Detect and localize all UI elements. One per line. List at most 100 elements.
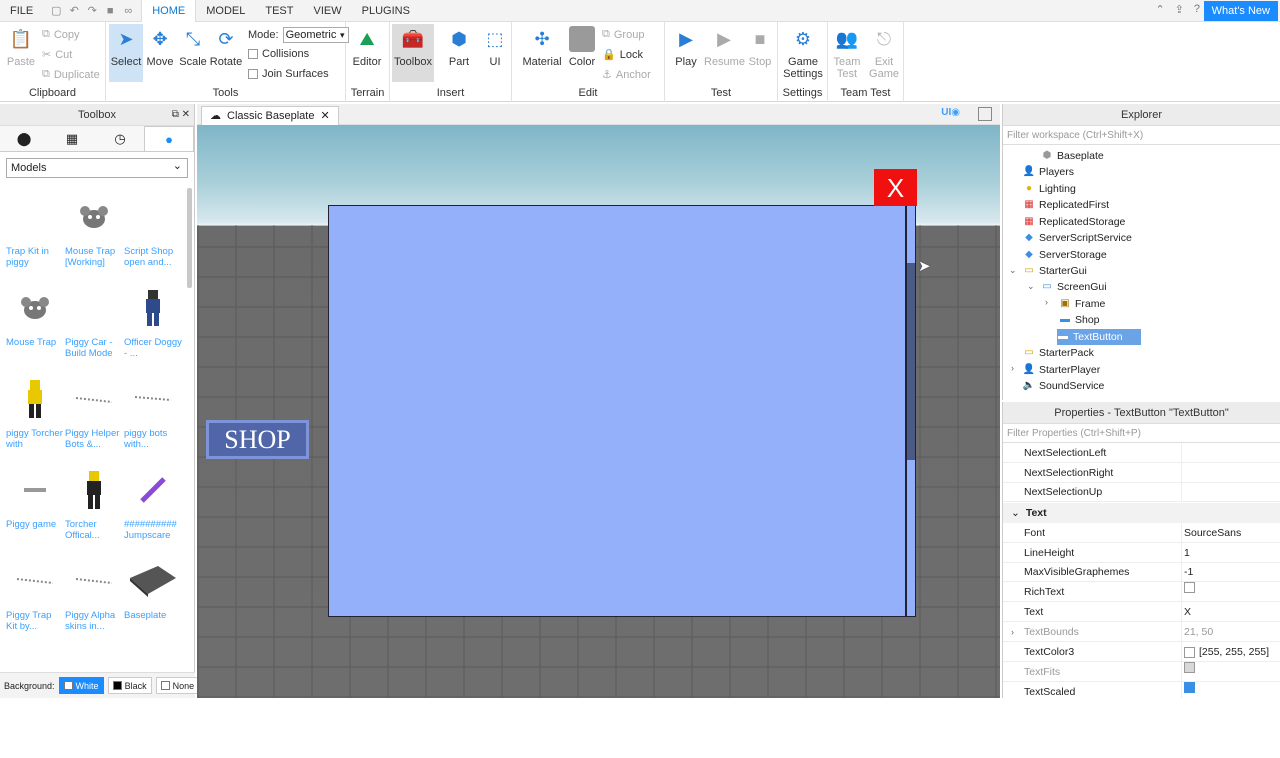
tab-creations[interactable]: ● bbox=[144, 126, 194, 151]
play-button[interactable]: ▶ Play bbox=[669, 24, 703, 82]
select-button[interactable]: ➤ Select bbox=[109, 24, 143, 82]
lock-button[interactable]: 🔒 Lock bbox=[602, 48, 643, 62]
prop-richtext[interactable]: RichText bbox=[1003, 582, 1280, 602]
prop-textscaled[interactable]: TextScaled bbox=[1003, 682, 1280, 698]
section-text[interactable]: ⌄ Text bbox=[1003, 503, 1280, 523]
scale-button[interactable]: ⤡ Scale bbox=[176, 24, 210, 82]
bg-white-option[interactable]: White bbox=[58, 677, 104, 694]
resume-button[interactable]: ▶ Resume bbox=[704, 24, 745, 82]
color-button[interactable]: Color bbox=[565, 24, 599, 82]
tree-item-frame[interactable]: ▣ Frame bbox=[1059, 296, 1105, 312]
tab-marketplace[interactable]: ▦ bbox=[48, 126, 96, 151]
toolbox-item[interactable]: Script Shop open and... bbox=[124, 188, 182, 276]
tree-item-replicatedfirst[interactable]: ▦ ReplicatedFirst bbox=[1023, 197, 1109, 213]
prop-textcolor3[interactable]: TextColor3 [255, 255, 255] bbox=[1003, 642, 1280, 662]
cut-button[interactable]: ✂ Cut bbox=[42, 48, 72, 62]
tree-item-startergui[interactable]: ▭ StarterGui bbox=[1023, 263, 1087, 279]
duplicate-button[interactable]: ⧉ Duplicate bbox=[42, 68, 100, 81]
tab-inventory[interactable]: ⬤ bbox=[0, 126, 48, 151]
collapse-chevron-icon[interactable]: ⌄ bbox=[1027, 281, 1035, 292]
exit-game-button[interactable]: ⎋ Exit Game bbox=[867, 24, 901, 82]
join-surfaces-checkbox[interactable] bbox=[248, 69, 258, 79]
join-surfaces-toggle[interactable]: Join Surfaces bbox=[248, 68, 329, 80]
menu-home[interactable]: HOME bbox=[141, 0, 197, 22]
color-swatch-icon[interactable] bbox=[1184, 646, 1195, 658]
toolbox-item[interactable]: Mouse Trap [Working] bbox=[65, 188, 123, 276]
textscaled-checkbox[interactable] bbox=[1184, 682, 1195, 693]
tree-item-players[interactable]: 👤 Players bbox=[1023, 164, 1074, 180]
dock-icon[interactable]: ⧉ bbox=[172, 109, 179, 120]
toolbox-item[interactable]: Piggy Car - Build Mode bbox=[65, 279, 123, 367]
toolbox-item[interactable]: Piggy Alpha skins in... bbox=[65, 552, 123, 640]
stop-button[interactable]: ■ Stop bbox=[743, 24, 777, 82]
copy-button[interactable]: ⧉ Copy bbox=[42, 28, 80, 41]
tree-item-replicatedstorage[interactable]: ▦ ReplicatedStorage bbox=[1023, 214, 1125, 230]
group-button[interactable]: ⧉ Group bbox=[602, 28, 644, 41]
prop-lineheight[interactable]: LineHeight 1 bbox=[1003, 543, 1280, 563]
device-emulator-icon[interactable] bbox=[978, 107, 992, 121]
expand-chevron-icon[interactable]: › bbox=[1011, 363, 1014, 373]
shop-frame[interactable] bbox=[328, 205, 906, 617]
collisions-checkbox[interactable] bbox=[248, 49, 258, 59]
prop-row[interactable]: NextSelectionRight bbox=[1003, 463, 1280, 483]
toolbox-item[interactable]: Piggy Trap Kit by... bbox=[6, 552, 64, 640]
prop-textfits[interactable]: TextFits bbox=[1003, 662, 1280, 682]
whats-new-button[interactable]: What's New bbox=[1203, 1, 1278, 21]
binoculars-icon[interactable]: ∞ bbox=[121, 5, 135, 17]
prop-row[interactable]: NextSelectionLeft bbox=[1003, 443, 1280, 463]
tab-recent[interactable]: ◷ bbox=[96, 126, 144, 151]
prop-maxvisiblegraphemes[interactable]: MaxVisibleGraphemes -1 bbox=[1003, 562, 1280, 582]
tree-item-serverscriptservice[interactable]: ◆ ServerScriptService bbox=[1023, 230, 1132, 246]
properties-filter-input[interactable]: Filter Properties (Ctrl+Shift+P) bbox=[1003, 424, 1280, 443]
menu-model[interactable]: MODEL bbox=[196, 0, 255, 22]
anchor-button[interactable]: ⚓ Anchor bbox=[602, 68, 651, 82]
tree-item-serverstorage[interactable]: ◆ ServerStorage bbox=[1023, 247, 1107, 263]
menu-plugins[interactable]: PLUGINS bbox=[352, 0, 420, 22]
menu-file[interactable]: FILE bbox=[0, 0, 43, 22]
prop-text[interactable]: Text X bbox=[1003, 602, 1280, 622]
toolbox-item[interactable]: Piggy Helper Bots &... bbox=[65, 370, 123, 458]
ui-button[interactable]: ⬚ UI bbox=[478, 24, 512, 82]
toolbox-scrollbar[interactable] bbox=[187, 188, 192, 288]
rotate-button[interactable]: ⟳ Rotate bbox=[207, 24, 245, 82]
close-panel-icon[interactable]: ✕ bbox=[182, 109, 190, 120]
explorer-filter-input[interactable]: Filter workspace (Ctrl+Shift+X) bbox=[1003, 126, 1280, 145]
redo-icon[interactable]: ↷ bbox=[85, 4, 99, 17]
move-button[interactable]: ✥ Move bbox=[143, 24, 177, 82]
tree-item-soundservice[interactable]: 🔈 SoundService bbox=[1023, 378, 1105, 394]
tree-item-textbutton[interactable]: ▬ TextButton bbox=[1057, 329, 1141, 345]
collisions-toggle[interactable]: Collisions bbox=[248, 48, 309, 60]
new-file-icon[interactable]: ▢ bbox=[49, 4, 63, 17]
paste-button[interactable]: 📋 Paste bbox=[4, 24, 38, 82]
share-icon[interactable]: ⇪ bbox=[1175, 3, 1184, 16]
shop-text-button[interactable]: SHOP bbox=[206, 420, 309, 459]
part-button[interactable]: ⬢ Part bbox=[442, 24, 476, 82]
tree-item-screengui[interactable]: ▭ ScreenGui bbox=[1041, 279, 1106, 295]
menu-test[interactable]: TEST bbox=[255, 0, 303, 22]
game-settings-button[interactable]: ⚙ Game Settings bbox=[782, 24, 824, 82]
3d-viewport[interactable]: X SHOP ➤ bbox=[197, 125, 1000, 698]
toolbox-item[interactable]: Torcher Offical... bbox=[65, 461, 123, 549]
material-button[interactable]: ✣ Material bbox=[522, 24, 562, 82]
tree-item-shop[interactable]: ▬ Shop bbox=[1059, 312, 1100, 328]
tree-item-baseplate[interactable]: ⬢ Baseplate bbox=[1041, 148, 1104, 164]
team-test-button[interactable]: 👥 Team Test bbox=[830, 24, 864, 82]
minimize-ribbon-icon[interactable]: ⌃ bbox=[1155, 3, 1164, 16]
bg-none-option[interactable]: None bbox=[155, 677, 200, 694]
toolbox-item[interactable]: Trap Kit in piggy bbox=[6, 188, 64, 276]
prop-textbounds[interactable]: › TextBounds 21, 50 bbox=[1003, 622, 1280, 642]
undo-icon[interactable]: ↶ bbox=[67, 4, 81, 17]
help-icon[interactable]: ? bbox=[1194, 3, 1200, 16]
expand-chevron-icon[interactable]: › bbox=[1045, 297, 1048, 307]
category-select[interactable]: Models bbox=[6, 157, 188, 178]
tree-item-lighting[interactable]: ● Lighting bbox=[1023, 181, 1076, 197]
collapse-chevron-icon[interactable]: ⌄ bbox=[1009, 265, 1017, 276]
toolbox-item[interactable]: Piggy game bbox=[6, 461, 64, 549]
prop-font[interactable]: Font SourceSans bbox=[1003, 523, 1280, 543]
richtext-checkbox[interactable] bbox=[1184, 582, 1195, 593]
toolbox-button[interactable]: 🧰 Toolbox bbox=[392, 24, 434, 82]
expand-chevron-icon[interactable]: › bbox=[1011, 622, 1014, 642]
close-tab-icon[interactable]: ✕ bbox=[320, 107, 329, 125]
toolbox-item[interactable]: Mouse Trap bbox=[6, 279, 64, 367]
toolbox-item[interactable]: ########## Jumpscare bbox=[124, 461, 182, 549]
